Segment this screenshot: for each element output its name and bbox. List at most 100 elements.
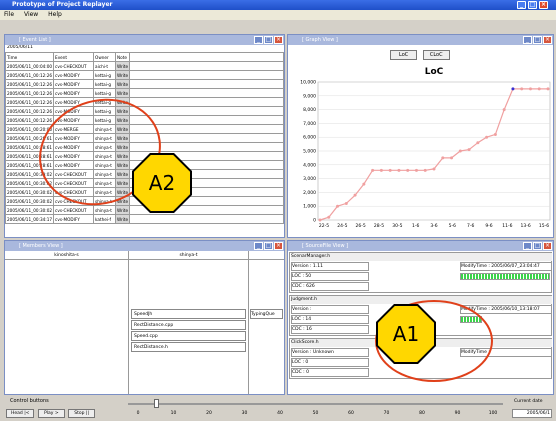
x-tick-label: 26-5	[356, 223, 366, 229]
x-tick-label: 22-5	[319, 223, 329, 229]
graph-view-window: [ Graph View ] _ □ × LoC CLoC LoC 0 1,000 2…	[287, 34, 554, 238]
event-row[interactable]: 2005/06/11_00:04:00 cvs-CHECKOUT aichi-t Wr…	[4, 61, 284, 71]
event-time: 2005/06/11_00:30:02	[4, 205, 55, 215]
stop-button[interactable]: Stop ||	[68, 409, 95, 418]
member-column-1: shinya-t SpeedJh RectDistance.cpp Speed.…	[129, 251, 249, 394]
event-list-date: 2005/06/11	[7, 45, 33, 50]
data-point	[493, 132, 497, 136]
data-point	[353, 193, 357, 197]
app-titlebar: Prototype of Project Replayer _ □ ×	[0, 0, 556, 10]
chart-title: LoC	[425, 67, 444, 77]
minimize-icon[interactable]: _	[254, 36, 263, 44]
x-tick-label: 15-6	[539, 223, 549, 229]
control-label: Control buttons	[10, 398, 49, 404]
head-button[interactable]: Head |<	[6, 409, 35, 418]
sourcefile-entry[interactable]: ScenarManager.h Version : 1.11 ModifyTime …	[289, 252, 552, 293]
slider-tick-label: 50	[312, 411, 319, 416]
x-tick-label: 24-5	[337, 223, 347, 229]
event-row[interactable]: 2005/06/11_00:12:26 cvs-MODIFY kettai-g Wri…	[4, 97, 284, 107]
file-version: Version :	[291, 305, 369, 314]
timeline-slider[interactable]: 0 10 20 30 40 50 60 70 80 90 100	[128, 399, 503, 419]
graph-view-titlebar: [ Graph View ] _ □ ×	[288, 35, 553, 45]
x-tick-label: 1-6	[412, 223, 419, 229]
file-loc: LOC : 14	[291, 315, 369, 324]
graph-view-title: [ Graph View ]	[302, 37, 338, 43]
event-row[interactable]: 2005/06/11_00:34:17 cvs-MODIFY kathei-f Wri…	[4, 214, 284, 224]
y-tick-label: 6,000	[303, 135, 316, 141]
maximize-icon[interactable]: □	[528, 1, 537, 9]
maximize-icon[interactable]: □	[533, 36, 542, 44]
menu-file[interactable]: File	[4, 11, 14, 18]
data-point	[528, 87, 532, 91]
event-type: cvs-CHECKOUT	[53, 61, 95, 71]
slider-thumb[interactable]	[153, 399, 159, 408]
close-icon[interactable]: ×	[543, 36, 552, 44]
minimize-icon[interactable]: _	[523, 242, 532, 250]
maximize-icon[interactable]: □	[533, 242, 542, 250]
y-tick-label: 0	[313, 218, 316, 224]
event-note: Write	[115, 79, 131, 89]
data-point	[450, 156, 454, 160]
y-tick-label: 5,000	[303, 149, 316, 155]
col-note[interactable]: Note	[115, 52, 131, 62]
data-point	[537, 87, 541, 91]
event-list-title: [ Event List ]	[19, 37, 51, 43]
file-item[interactable]: RectDistance.h	[131, 342, 246, 352]
data-point	[458, 149, 462, 153]
slider-tick-label: 30	[241, 411, 248, 416]
menu-help[interactable]: Help	[48, 11, 62, 18]
minimize-icon[interactable]: _	[517, 1, 526, 9]
close-icon[interactable]: ×	[539, 1, 548, 9]
event-owner: kettai-g	[93, 88, 117, 98]
event-note: Write	[115, 70, 131, 80]
file-loc: LOC : 0	[291, 358, 369, 367]
event-time: 2005/06/11_00:12:26	[4, 115, 55, 125]
x-tick-label: 28-5	[374, 223, 384, 229]
event-time: 2005/06/11_00:30:02	[4, 187, 55, 197]
close-icon[interactable]: ×	[274, 36, 283, 44]
file-item[interactable]: TypingQue	[250, 309, 283, 319]
y-tick-label: 7,000	[303, 121, 316, 127]
col-event[interactable]: Event	[53, 52, 95, 62]
file-item[interactable]: RectDistance.cpp	[131, 320, 246, 330]
close-icon[interactable]: ×	[543, 242, 552, 250]
cloc-button[interactable]: CLoC	[422, 50, 450, 60]
event-row[interactable]: 2005/06/11_00:12:26 cvs-MODIFY kettai-g Wri…	[4, 79, 284, 89]
event-type: cvs-MODIFY	[53, 70, 95, 80]
menu-bar: File View Help	[0, 10, 556, 20]
x-tick-label: 30-5	[392, 223, 402, 229]
close-icon[interactable]: ×	[274, 242, 283, 250]
annotation-label: A1	[392, 322, 420, 346]
event-blank	[129, 214, 284, 224]
event-row[interactable]: 2005/06/11_00:12:26 cvs-MODIFY kettai-g Wri…	[4, 88, 284, 98]
event-time: 2005/06/11_00:34:17	[4, 214, 55, 224]
file-item[interactable]: SpeedJh	[131, 309, 246, 319]
col-time[interactable]: Time	[4, 52, 55, 62]
members-view-titlebar: [ Members View ] _ □ ×	[5, 241, 284, 251]
slider-tick-label: 70	[383, 411, 390, 416]
loc-button[interactable]: LoC	[390, 50, 418, 60]
file-loc: LOC : 50	[291, 272, 369, 281]
event-row[interactable]: 2005/06/11_00:12:26 cvs-MODIFY kettai-g Wri…	[4, 70, 284, 80]
data-point	[406, 168, 410, 172]
event-owner: kettai-g	[93, 79, 117, 89]
member-column-0: kinoshita-s	[5, 251, 129, 394]
play-button[interactable]: Play >	[38, 409, 65, 418]
col-owner[interactable]: Owner	[93, 52, 117, 62]
slider-ticks: 0 10 20 30 40 50 60 70 80 90 100	[128, 411, 503, 419]
sourcefile-view-title: [ SourceFile View ]	[302, 243, 349, 249]
minimize-icon[interactable]: _	[523, 36, 532, 44]
maximize-icon[interactable]: □	[264, 242, 273, 250]
event-type: cvs-MODIFY	[53, 214, 95, 224]
data-point	[423, 168, 427, 172]
menu-view[interactable]: View	[24, 11, 38, 18]
event-time: 2005/06/11_00:12:26	[4, 97, 55, 107]
y-tick-label: 10,000	[300, 80, 316, 86]
x-tick-label: 7-6	[467, 223, 474, 229]
event-time: 2005/06/11_00:12:26	[4, 79, 55, 89]
loc-chart: LoC 0 1,000 2,000 3,000 4,000 5,000 6,000 7,000 8…	[300, 67, 551, 229]
file-item[interactable]: Speed.cpp	[131, 331, 246, 341]
event-time: 2005/06/11_00:12:26	[4, 88, 55, 98]
minimize-icon[interactable]: _	[254, 242, 263, 250]
maximize-icon[interactable]: □	[264, 36, 273, 44]
